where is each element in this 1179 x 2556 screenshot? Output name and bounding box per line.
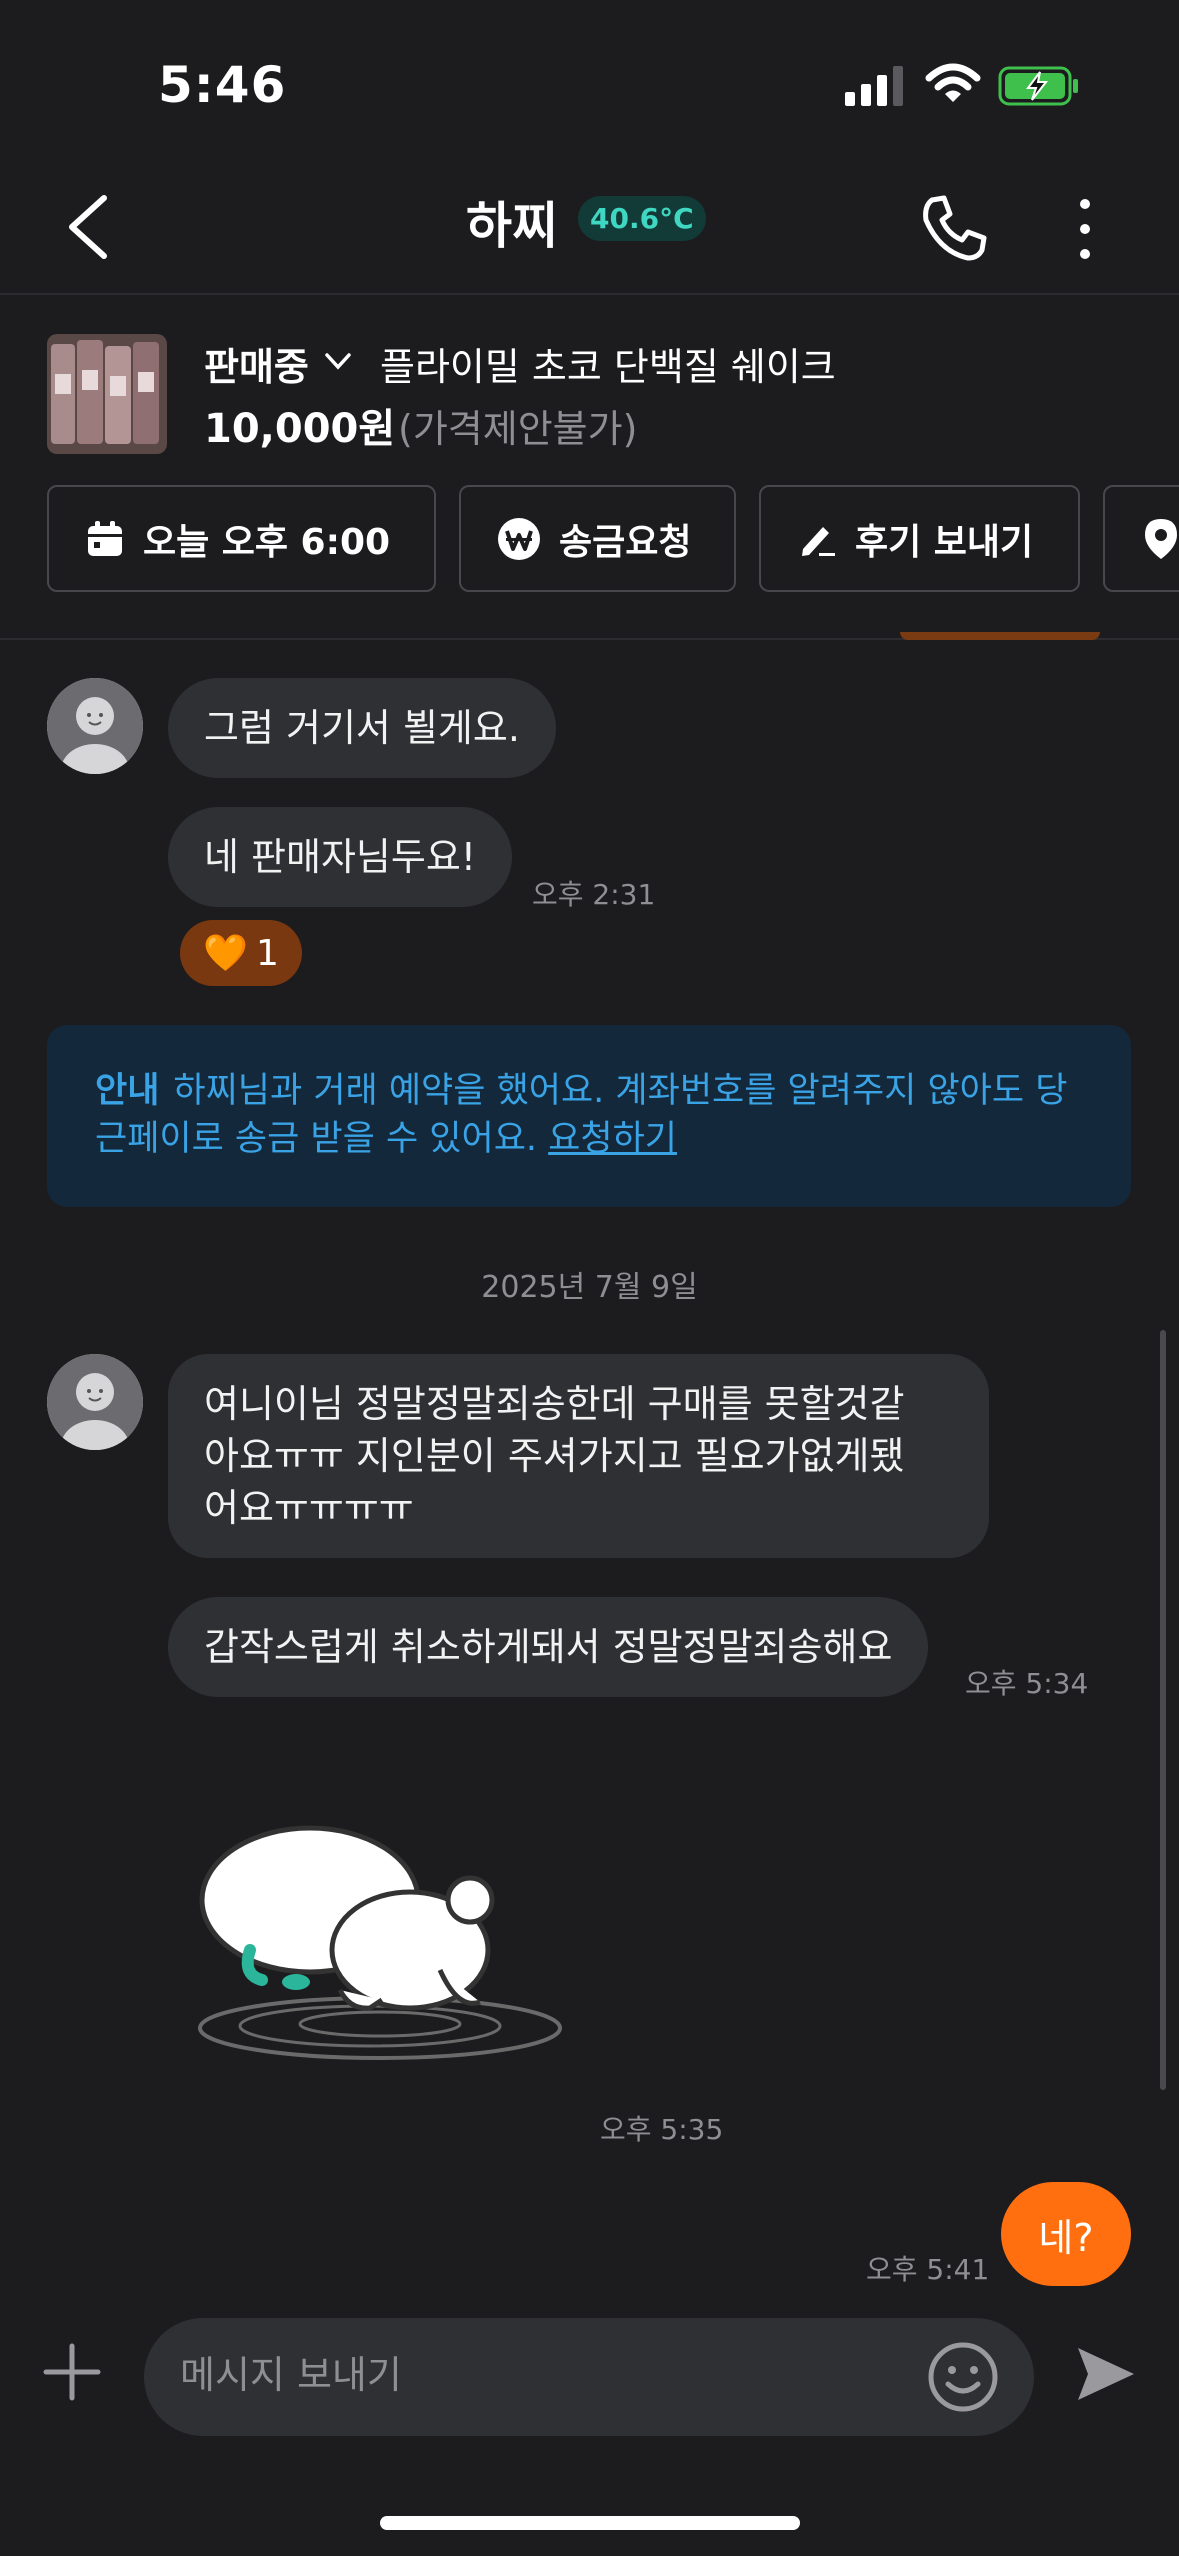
manner-temperature-badge[interactable]: 40.6°C (578, 196, 706, 241)
chevron-down-icon[interactable] (323, 346, 353, 376)
product-price: 10,000원 (204, 406, 396, 452)
send-review-label: 후기 보내기 (855, 521, 1034, 563)
my-message-bubble[interactable]: 네? (1001, 2182, 1131, 2286)
wifi-icon (925, 63, 981, 102)
message-bubble[interactable]: 그럼 거기서 뵐게요. (168, 678, 556, 778)
pencil-icon (802, 526, 835, 556)
message-bubble[interactable]: 여니이님 정말정말죄송한데 구매를 못할것같 아요ㅠㅠ 지인분이 주셔가지고 필… (168, 1354, 989, 1558)
send-review-button[interactable]: 후기 보내기 (759, 485, 1080, 592)
location-pin-icon (1145, 518, 1177, 559)
message-bubble[interactable]: 갑작스럽게 취소하게돼서 정말정말죄송해요 (168, 1597, 929, 1697)
notice-label: 안내 (95, 1071, 160, 1111)
new-message-hint (900, 632, 1100, 640)
heart-icon: 🧡 (203, 933, 248, 974)
chat-title[interactable]: 하찌 (466, 186, 558, 258)
crying-bunny-sticker[interactable] (190, 1800, 570, 2070)
status-time: 5:46 (158, 56, 287, 114)
sale-status-dropdown[interactable]: 판매중 (204, 336, 309, 391)
reaction-count: 1 (255, 932, 279, 974)
message-bubble[interactable]: 네 판매자님두요! (168, 807, 513, 907)
cellular-signal-icon (845, 66, 903, 106)
calendar-icon (88, 520, 122, 556)
product-name[interactable]: 플라이밀 초코 단백질 쉐이크 (380, 336, 836, 391)
header-divider (0, 293, 1179, 295)
plus-icon[interactable] (42, 2342, 102, 2402)
emoji-icon[interactable] (926, 2340, 1000, 2414)
scrollbar[interactable] (1160, 1330, 1166, 2090)
request-payment-label: 송금요청 (559, 521, 692, 563)
phone-call-icon[interactable] (918, 192, 990, 264)
back-arrow-icon[interactable] (62, 192, 112, 262)
won-icon (498, 517, 540, 560)
message-timestamp: 오후 5:35 (600, 2113, 724, 2146)
product-thumbnail[interactable] (47, 334, 167, 454)
schedule-button-label: 오늘 오후 6:00 (143, 521, 391, 563)
avatar[interactable] (47, 1354, 143, 1450)
message-timestamp: 오후 5:34 (965, 1667, 1089, 1700)
notice-request-link[interactable]: 요청하기 (548, 1119, 677, 1159)
system-notice: 안내 하찌님과 거래 예약을 했어요. 계좌번호를 알려주지 않아도 당근페이로 … (47, 1025, 1131, 1207)
send-icon[interactable] (1074, 2342, 1138, 2406)
message-input-placeholder[interactable]: 메시지 보내기 (180, 2344, 402, 2399)
date-separator: 2025년 7월 9일 (481, 1270, 698, 1305)
schedule-button[interactable]: 오늘 오후 6:00 (47, 485, 436, 592)
more-options-icon[interactable] (1070, 194, 1100, 264)
reaction-badge[interactable]: 🧡 1 (180, 920, 302, 986)
message-timestamp: 오후 5:41 (866, 2253, 990, 2286)
avatar[interactable] (47, 678, 143, 774)
location-button[interactable] (1103, 485, 1179, 592)
battery-charging-icon (998, 66, 1078, 106)
request-payment-button[interactable]: 송금요청 (459, 485, 736, 592)
price-note: (가격제안불가) (398, 407, 638, 451)
message-timestamp: 오후 2:31 (532, 878, 656, 911)
home-indicator (380, 2516, 800, 2530)
